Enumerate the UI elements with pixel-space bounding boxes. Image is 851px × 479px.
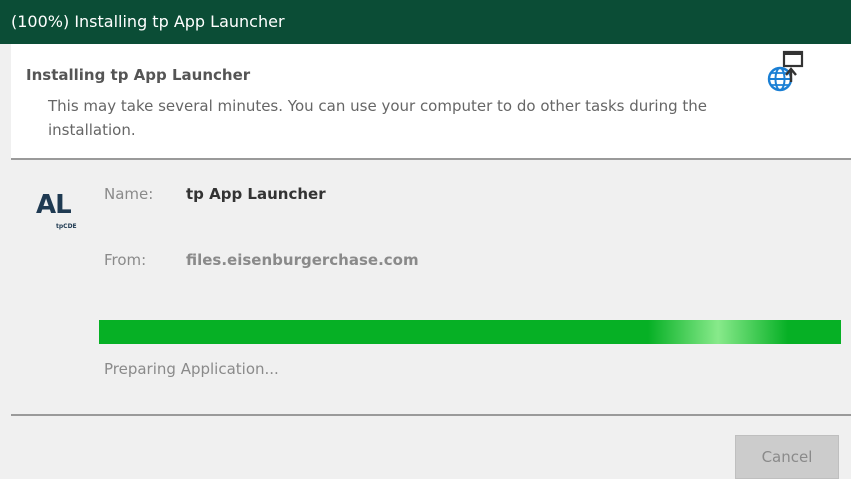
app-logo-text: AL bbox=[36, 190, 72, 220]
from-label: From: bbox=[104, 251, 147, 269]
header-title: Installing tp App Launcher bbox=[26, 66, 251, 84]
footer-panel: Cancel bbox=[11, 416, 851, 479]
progress-bar bbox=[99, 320, 841, 344]
header-panel: Installing tp App Launcher This may take… bbox=[11, 44, 851, 158]
status-text: Preparing Application... bbox=[104, 360, 279, 378]
cancel-button[interactable]: Cancel bbox=[735, 435, 839, 479]
app-name-value: tp App Launcher bbox=[186, 185, 326, 203]
header-description: This may take several minutes. You can u… bbox=[48, 97, 708, 139]
name-label: Name: bbox=[104, 185, 154, 203]
window-title-bar[interactable]: (100%) Installing tp App Launcher bbox=[0, 0, 851, 44]
app-logo: AL tpCDE bbox=[36, 190, 77, 232]
app-source-value: files.eisenburgerchase.com bbox=[186, 251, 419, 269]
details-panel: AL tpCDE Name: tp App Launcher From: fil… bbox=[11, 160, 851, 414]
app-logo-subtext: tpCDE bbox=[56, 223, 77, 230]
progress-bar-glow bbox=[648, 320, 789, 344]
globe-install-icon bbox=[765, 46, 805, 94]
window-title: (100%) Installing tp App Launcher bbox=[11, 12, 285, 31]
installer-window: (100%) Installing tp App Launcher Instal… bbox=[0, 0, 851, 479]
